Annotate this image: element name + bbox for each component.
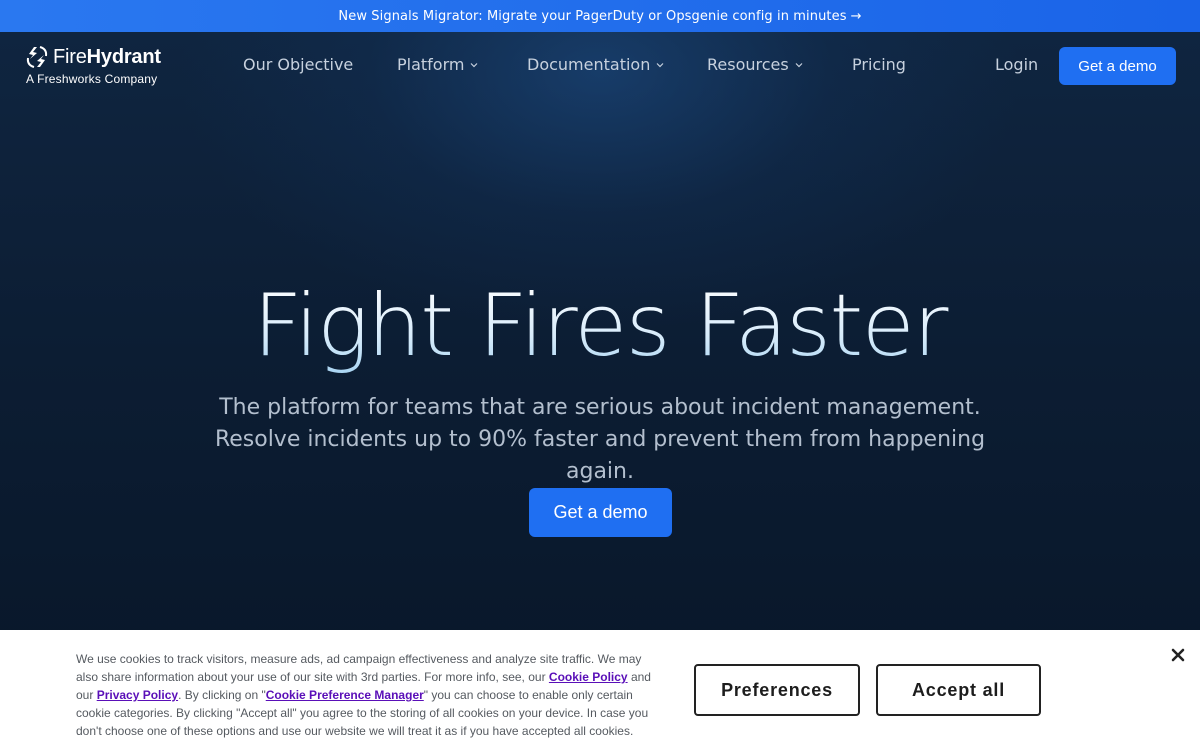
cookie-banner-text: We use cookies to track visitors, measur…	[76, 650, 666, 740]
brand-wordmark: FireHydrant	[53, 46, 161, 69]
nav-label: Resources	[707, 55, 789, 74]
cookie-preference-manager-link[interactable]: Cookie Preference Manager	[266, 688, 424, 702]
announcement-bar[interactable]: New Signals Migrator: Migrate your Pager…	[0, 0, 1200, 32]
nav-item-resources[interactable]: Resources	[707, 55, 803, 74]
close-icon[interactable]	[1168, 645, 1188, 665]
cookie-preferences-button[interactable]: Preferences	[694, 664, 860, 716]
privacy-policy-link[interactable]: Privacy Policy	[97, 688, 178, 702]
close-icon-glyph	[1171, 648, 1185, 662]
hero-get-demo-button[interactable]: Get a demo	[529, 488, 672, 537]
chevron-down-icon	[656, 62, 664, 67]
nav-item-our-objective[interactable]: Our Objective	[243, 55, 353, 74]
announcement-text: New Signals Migrator: Migrate your Pager…	[338, 8, 847, 24]
nav-label: Pricing	[852, 55, 906, 74]
nav-label: Documentation	[527, 55, 651, 74]
brand-name-light: Fire	[53, 46, 87, 68]
hero-subtitle: The platform for teams that are serious …	[214, 395, 986, 484]
brand-tagline: A Freshworks Company	[26, 72, 158, 86]
nav-label: Platform	[397, 55, 465, 74]
arrow-right-icon: →	[850, 8, 862, 24]
brand-logo[interactable]: FireHydrant A Freshworks Company	[25, 45, 175, 87]
cookie-text-part: . By clicking on "	[178, 688, 266, 702]
main-nav: FireHydrant A Freshworks Company Our Obj…	[0, 32, 1200, 98]
nav-get-demo-button[interactable]: Get a demo	[1059, 47, 1176, 85]
hero-title: Fight Fires Faster	[0, 278, 1200, 374]
chevron-down-icon	[471, 62, 478, 67]
nav-item-platform[interactable]: Platform	[397, 55, 478, 74]
chevron-down-icon	[795, 62, 803, 67]
login-link[interactable]: Login	[995, 55, 1038, 74]
nav-item-pricing[interactable]: Pricing	[852, 55, 906, 74]
cookie-accept-all-button[interactable]: Accept all	[876, 664, 1041, 716]
cookie-policy-link[interactable]: Cookie Policy	[549, 670, 628, 684]
cookie-banner: We use cookies to track visitors, measur…	[0, 630, 1200, 750]
nav-label: Our Objective	[243, 55, 354, 74]
brand-name-bold: Hydrant	[86, 46, 161, 68]
firehydrant-logo-icon	[26, 46, 48, 68]
nav-item-documentation[interactable]: Documentation	[527, 55, 664, 74]
